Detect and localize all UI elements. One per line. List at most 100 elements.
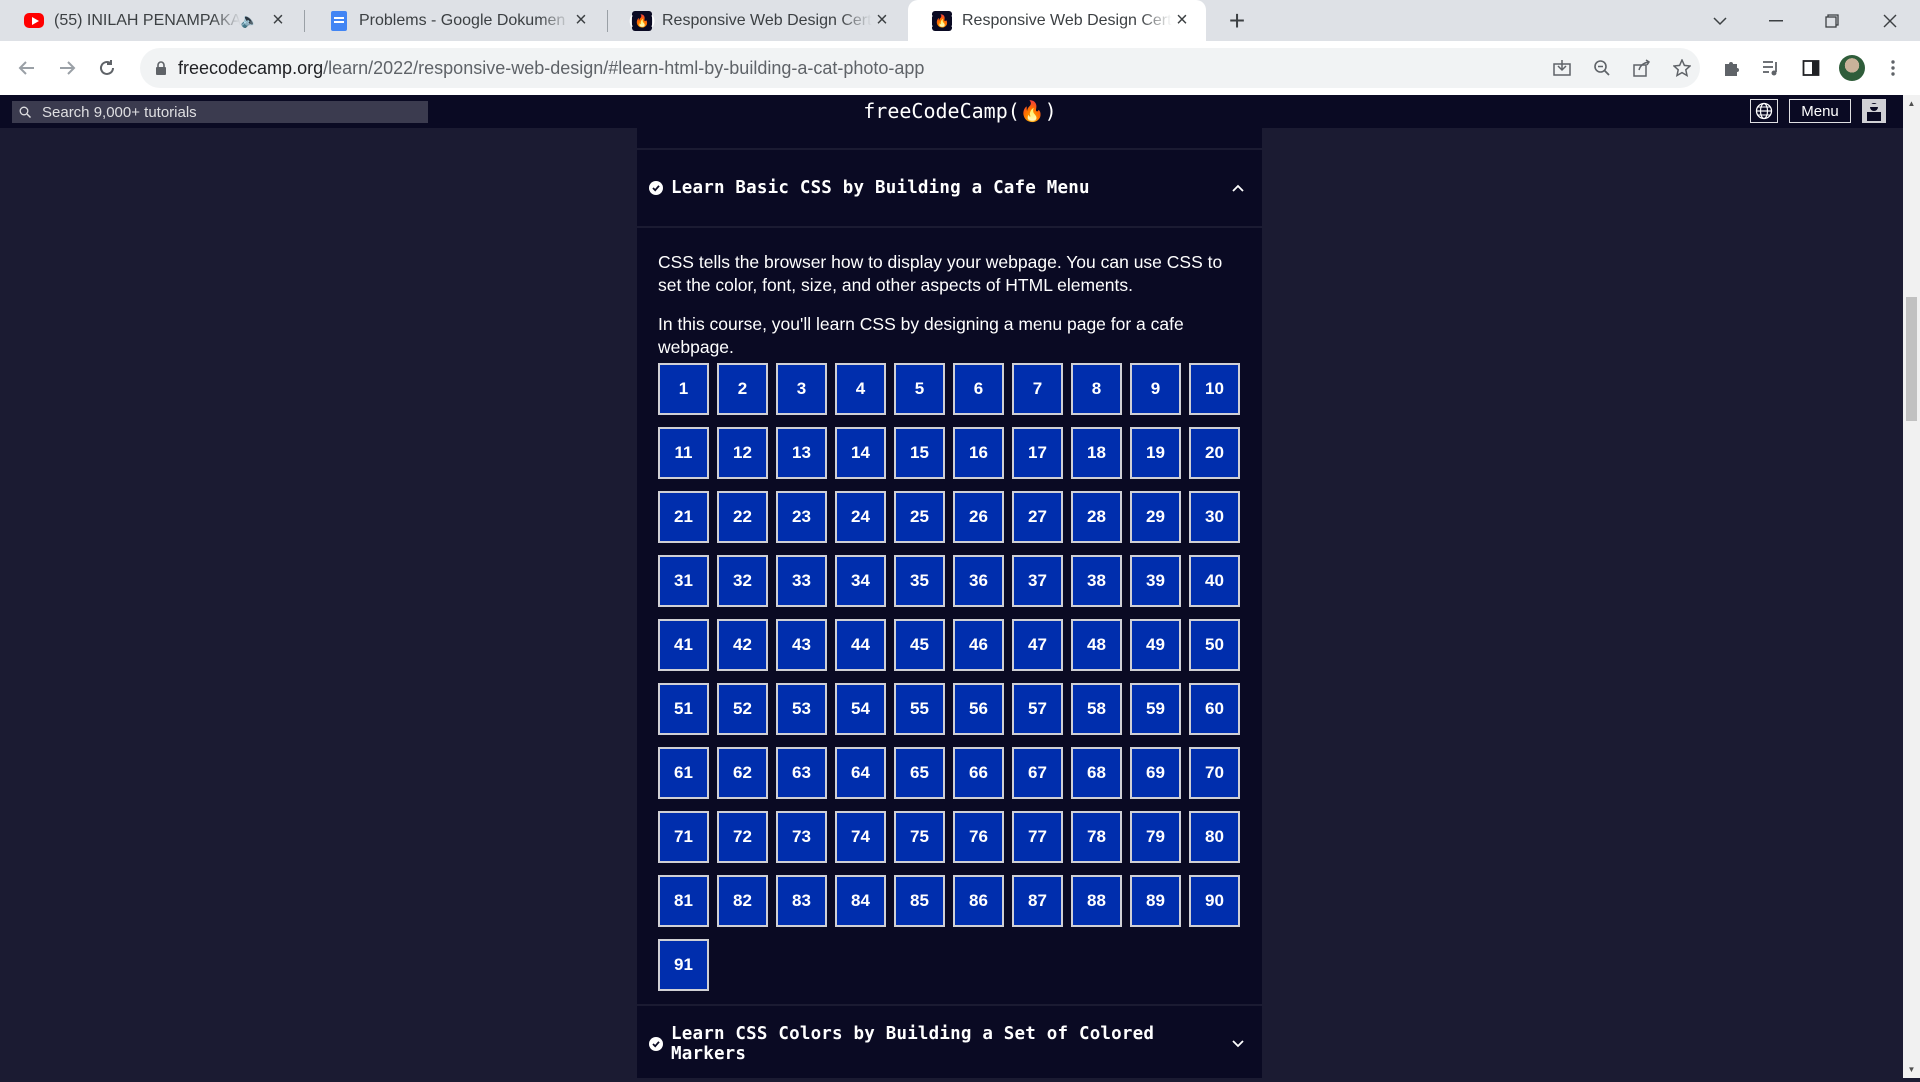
step-button[interactable]: 18 xyxy=(1071,427,1122,479)
step-button[interactable]: 15 xyxy=(894,427,945,479)
step-button[interactable]: 55 xyxy=(894,683,945,735)
step-button[interactable]: 44 xyxy=(835,619,886,671)
share-icon[interactable] xyxy=(1630,58,1654,78)
step-button[interactable]: 78 xyxy=(1071,811,1122,863)
browser-tab[interactable]: (🔥) Responsive Web Design Certification … xyxy=(608,0,906,41)
step-button[interactable]: 82 xyxy=(717,875,768,927)
step-button[interactable]: 68 xyxy=(1071,747,1122,799)
step-button[interactable]: 79 xyxy=(1130,811,1181,863)
more-options-icon[interactable] xyxy=(1880,55,1906,81)
step-button[interactable]: 74 xyxy=(835,811,886,863)
step-button[interactable]: 84 xyxy=(835,875,886,927)
step-button[interactable]: 90 xyxy=(1189,875,1240,927)
step-button[interactable]: 83 xyxy=(776,875,827,927)
step-button[interactable]: 58 xyxy=(1071,683,1122,735)
step-button[interactable]: 66 xyxy=(953,747,1004,799)
side-panel-icon[interactable] xyxy=(1798,55,1824,81)
page-scrollbar[interactable]: ▲ ▼ xyxy=(1903,95,1920,1078)
step-button[interactable]: 11 xyxy=(658,427,709,479)
close-tab-icon[interactable]: × xyxy=(268,9,288,31)
step-button[interactable]: 72 xyxy=(717,811,768,863)
profile-avatar[interactable] xyxy=(1839,55,1865,81)
step-button[interactable]: 91 xyxy=(658,939,709,991)
step-button[interactable]: 46 xyxy=(953,619,1004,671)
step-button[interactable]: 5 xyxy=(894,363,945,415)
step-button[interactable]: 49 xyxy=(1130,619,1181,671)
step-button[interactable]: 3 xyxy=(776,363,827,415)
step-button[interactable]: 52 xyxy=(717,683,768,735)
step-button[interactable]: 7 xyxy=(1012,363,1063,415)
step-button[interactable]: 8 xyxy=(1071,363,1122,415)
step-button[interactable]: 62 xyxy=(717,747,768,799)
step-button[interactable]: 34 xyxy=(835,555,886,607)
lock-icon[interactable] xyxy=(150,57,172,79)
step-button[interactable]: 28 xyxy=(1071,491,1122,543)
step-button[interactable]: 75 xyxy=(894,811,945,863)
step-button[interactable]: 42 xyxy=(717,619,768,671)
address-bar[interactable]: freecodecamp.org/learn/2022/responsive-w… xyxy=(140,48,1700,88)
step-button[interactable]: 24 xyxy=(835,491,886,543)
step-button[interactable]: 30 xyxy=(1189,491,1240,543)
step-button[interactable]: 47 xyxy=(1012,619,1063,671)
chevron-up-icon[interactable] xyxy=(1226,176,1250,200)
step-button[interactable]: 4 xyxy=(835,363,886,415)
browser-tab[interactable]: (55) INILAH PENAMPAKAN SUARA 🔈 × xyxy=(0,0,302,41)
step-button[interactable]: 50 xyxy=(1189,619,1240,671)
step-button[interactable]: 10 xyxy=(1189,363,1240,415)
step-button[interactable]: 32 xyxy=(717,555,768,607)
forward-arrow-icon[interactable] xyxy=(52,53,82,83)
step-button[interactable]: 77 xyxy=(1012,811,1063,863)
audio-playing-icon[interactable]: 🔈 xyxy=(241,12,258,29)
step-button[interactable]: 48 xyxy=(1071,619,1122,671)
restore-button[interactable] xyxy=(1804,0,1860,41)
step-button[interactable]: 45 xyxy=(894,619,945,671)
browser-tab-active[interactable]: (🔥) Responsive Web Design Certification … xyxy=(908,0,1206,41)
step-button[interactable]: 1 xyxy=(658,363,709,415)
step-button[interactable]: 39 xyxy=(1130,555,1181,607)
scroll-up-arrow-icon[interactable]: ▲ xyxy=(1903,95,1920,112)
step-button[interactable]: 57 xyxy=(1012,683,1063,735)
step-button[interactable]: 70 xyxy=(1189,747,1240,799)
step-button[interactable]: 13 xyxy=(776,427,827,479)
step-button[interactable]: 23 xyxy=(776,491,827,543)
step-button[interactable]: 80 xyxy=(1189,811,1240,863)
zoom-icon[interactable] xyxy=(1590,58,1614,78)
menu-button[interactable]: Menu xyxy=(1789,99,1851,123)
step-button[interactable]: 27 xyxy=(1012,491,1063,543)
close-window-button[interactable] xyxy=(1862,0,1918,41)
bookmark-star-icon[interactable] xyxy=(1670,58,1694,78)
step-button[interactable]: 22 xyxy=(717,491,768,543)
step-button[interactable]: 14 xyxy=(835,427,886,479)
block-header-css-colors[interactable]: Learn CSS Colors by Building a Set of Co… xyxy=(637,1006,1262,1082)
back-arrow-icon[interactable] xyxy=(12,53,42,83)
step-button[interactable]: 67 xyxy=(1012,747,1063,799)
step-button[interactable]: 41 xyxy=(658,619,709,671)
step-button[interactable]: 69 xyxy=(1130,747,1181,799)
search-input[interactable]: Search 9,000+ tutorials xyxy=(12,101,428,123)
step-button[interactable]: 53 xyxy=(776,683,827,735)
step-button[interactable]: 81 xyxy=(658,875,709,927)
step-button[interactable]: 26 xyxy=(953,491,1004,543)
step-button[interactable]: 29 xyxy=(1130,491,1181,543)
step-button[interactable]: 65 xyxy=(894,747,945,799)
close-tab-icon[interactable]: × xyxy=(1172,9,1192,31)
step-button[interactable]: 35 xyxy=(894,555,945,607)
step-button[interactable]: 54 xyxy=(835,683,886,735)
step-button[interactable]: 85 xyxy=(894,875,945,927)
step-button[interactable]: 33 xyxy=(776,555,827,607)
step-button[interactable]: 43 xyxy=(776,619,827,671)
step-button[interactable]: 20 xyxy=(1189,427,1240,479)
user-avatar-icon[interactable] xyxy=(1862,99,1886,123)
step-button[interactable]: 51 xyxy=(658,683,709,735)
close-tab-icon[interactable]: × xyxy=(872,9,892,31)
extensions-puzzle-icon[interactable] xyxy=(1718,55,1744,81)
step-button[interactable]: 25 xyxy=(894,491,945,543)
step-button[interactable]: 31 xyxy=(658,555,709,607)
step-button[interactable]: 2 xyxy=(717,363,768,415)
fcc-logo[interactable]: freeCodeCamp(🔥) xyxy=(860,99,1060,123)
step-button[interactable]: 16 xyxy=(953,427,1004,479)
step-button[interactable]: 73 xyxy=(776,811,827,863)
step-button[interactable]: 17 xyxy=(1012,427,1063,479)
step-button[interactable]: 86 xyxy=(953,875,1004,927)
close-tab-icon[interactable]: × xyxy=(571,9,591,31)
